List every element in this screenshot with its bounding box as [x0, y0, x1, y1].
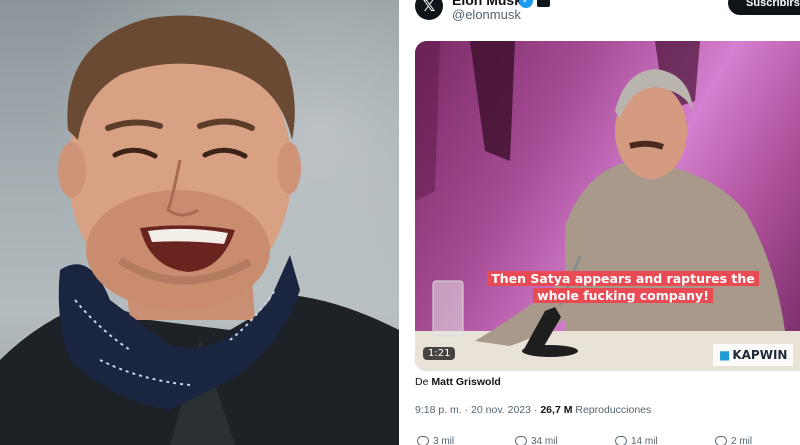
heart-icon [615, 436, 627, 445]
reply-icon [417, 436, 429, 445]
views-label: Reproducciones [575, 404, 652, 416]
verified-badge-icon: ✓ [519, 0, 533, 8]
video-attribution: De Matt Griswold [415, 376, 501, 388]
tweet-date[interactable]: 20 nov. 2023 [471, 404, 531, 416]
like-button[interactable]: 14 mil [615, 436, 658, 445]
x-logo-avatar[interactable]: 𝕏 [415, 0, 443, 20]
tweet-card: 𝕏 Elon Musk ✓ @elonmusk Suscribirse Then… [402, 0, 800, 445]
subscribe-button[interactable]: Suscribirse [728, 0, 800, 15]
portrait-photo [0, 0, 399, 445]
bookmark-button[interactable]: 2 mil [715, 436, 752, 445]
views-count: 26,7 M [540, 404, 573, 416]
meta-separator: · [464, 404, 469, 416]
video-frame [415, 41, 800, 371]
video-duration: 1:21 [423, 347, 456, 360]
portrait-illustration [0, 15, 399, 445]
meta-separator: · [533, 404, 538, 416]
video-caption: Then Satya appears and raptures the whol… [481, 270, 765, 304]
author-handle[interactable]: @elonmusk [452, 7, 521, 22]
tweet-time[interactable]: 9:18 p. m. [415, 404, 462, 416]
reply-button[interactable]: 3 mil [417, 436, 454, 445]
kapwing-watermark: ■ KAPWIN [713, 344, 794, 366]
tweet-metadata: 9:18 p. m. · 20 nov. 2023 · 26,7 M Repro… [415, 404, 651, 416]
kapwing-logo-icon: ■ [719, 348, 731, 362]
bookmark-icon [715, 436, 727, 445]
repost-icon [515, 436, 527, 445]
repost-button[interactable]: 34 mil [515, 436, 558, 445]
video-player[interactable]: Then Satya appears and raptures the whol… [415, 41, 800, 371]
affiliate-badge-icon [537, 0, 550, 7]
attribution-author-link[interactable]: Matt Griswold [431, 376, 500, 388]
tweet-actions: 3 mil 34 mil 14 mil 2 mil [415, 436, 795, 445]
